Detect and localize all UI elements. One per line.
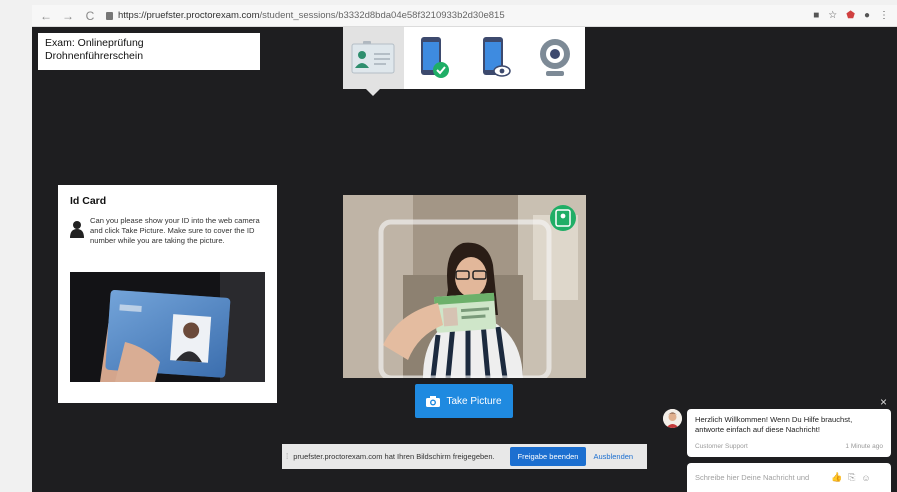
step-webcam[interactable] [525,27,586,89]
camera-icon [426,395,441,407]
extension-icon[interactable]: ⬟ [846,10,855,21]
take-picture-button[interactable]: Take Picture [415,384,513,418]
url-host: https://pruefster.proctorexam.com [118,10,260,21]
panel-instructions: Can you please show your ID into the web… [90,216,260,245]
webcam-preview [343,195,586,378]
lock-icon [106,11,113,20]
exam-title: Exam: Onlineprüfung [45,37,144,49]
share-message: pruefster.proctorexam.com hat Ihren Bild… [293,452,495,461]
chat-input-bar: 👍 ⎘ ☺ [687,463,891,492]
thumbs-up-icon[interactable]: 👍 [831,472,842,483]
step-phone-eye[interactable] [464,27,525,89]
browser-toolbar: ← → C https://pruefster.proctorexam.com /… [32,5,897,27]
step-phone-check[interactable] [404,27,465,89]
drag-handle-icon[interactable]: ⁞ [286,452,288,461]
stop-sharing-button[interactable]: Freigabe beenden [509,447,587,466]
camera-indicator-icon[interactable]: ■ [813,10,819,21]
hide-bar-button[interactable]: Ausblenden [593,452,633,461]
screen-share-bar: ⁞ pruefster.proctorexam.com hat Ihren Bi… [282,444,647,469]
take-picture-label: Take Picture [446,395,502,407]
menu-icon[interactable]: ⋮ [879,10,889,21]
emoji-icon[interactable]: ☺ [861,473,870,483]
phone-eye-icon [483,37,511,77]
attachment-icon[interactable]: ⎘ [848,472,855,483]
exam-title-box: Exam: Onlineprüfung Drohnenführerschein [38,33,260,70]
chat-sender: Customer Support [695,443,748,450]
id-card-panel: Id Card Can you please show your ID into… [58,185,277,403]
step-indicator [343,27,586,96]
chat-time: 1 Minute ago [845,443,883,450]
panel-title: Id Card [70,195,107,207]
chat-message-text: Herzlich Willkommen! Wenn Du Hilfe brauc… [695,415,853,434]
chat-message-input[interactable] [695,473,825,482]
star-icon[interactable]: ☆ [828,10,837,21]
forward-button[interactable]: → [62,9,74,23]
webcam-icon [539,39,570,76]
exam-subtitle: Drohnenführerschein [45,50,144,62]
id-card-icon [351,41,395,74]
reload-button[interactable]: C [84,9,96,23]
phone-check-icon [420,37,449,78]
profile-icon[interactable]: ● [864,10,870,21]
close-chat-icon[interactable]: × [880,395,887,409]
back-button[interactable]: ← [40,9,52,23]
url-path: /student_sessions/b3332d8bda04e58f321093… [259,10,505,21]
support-avatar [663,409,682,428]
chat-message-bubble: Herzlich Willkommen! Wenn Du Hilfe brauc… [687,409,891,457]
step-id-card[interactable] [343,27,404,96]
person-icon [70,221,84,238]
sample-id-image [70,272,265,382]
address-bar[interactable]: https://pruefster.proctorexam.com/studen… [106,10,505,21]
